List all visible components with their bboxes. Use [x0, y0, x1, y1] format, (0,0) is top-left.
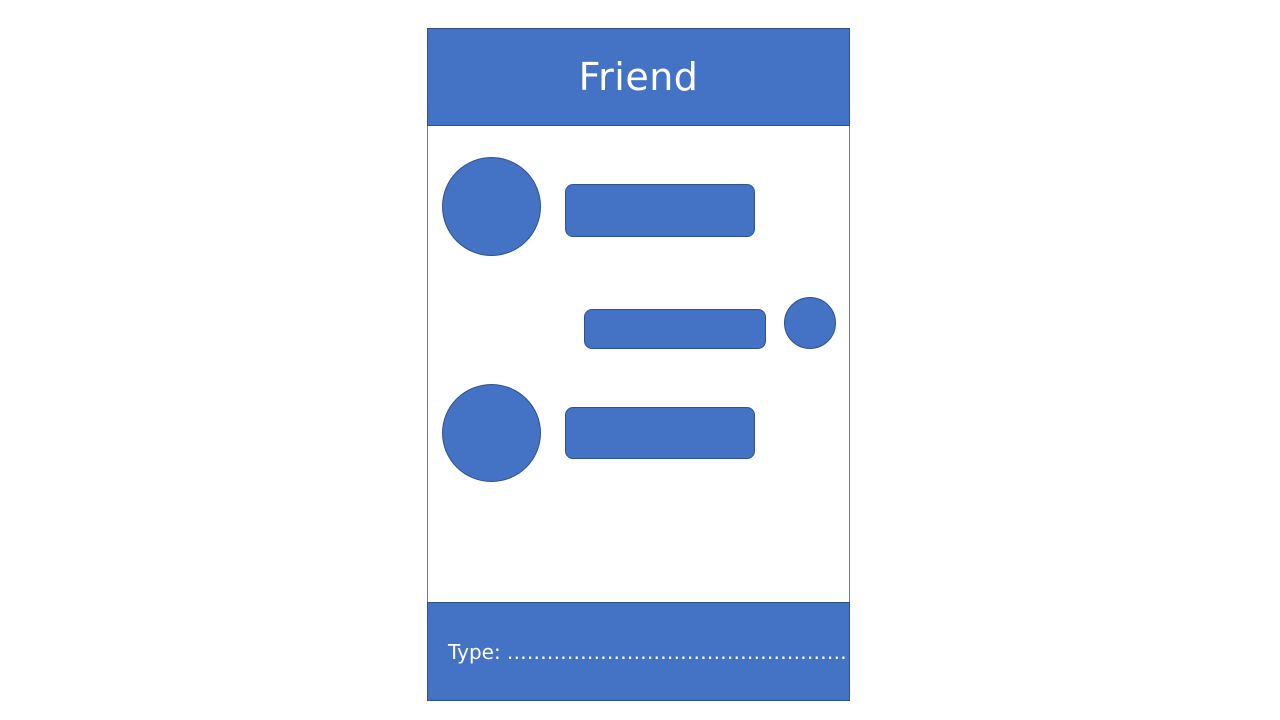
message-input[interactable]: Type: …………………………………………………..	[427, 602, 850, 701]
message-input-placeholder: …………………………………………………..	[506, 639, 849, 664]
friend-avatar-icon[interactable]	[442, 384, 541, 482]
message-input-label: Type:	[448, 639, 501, 664]
message-bubble-friend[interactable]	[565, 407, 755, 459]
message-bubble-friend[interactable]	[565, 184, 755, 237]
message-bubble-self[interactable]	[584, 309, 766, 349]
chat-header: Friend	[427, 28, 850, 126]
chat-title: Friend	[578, 55, 699, 99]
chat-window	[427, 28, 850, 701]
user-avatar-icon[interactable]	[784, 297, 836, 349]
friend-avatar-icon[interactable]	[442, 157, 541, 256]
